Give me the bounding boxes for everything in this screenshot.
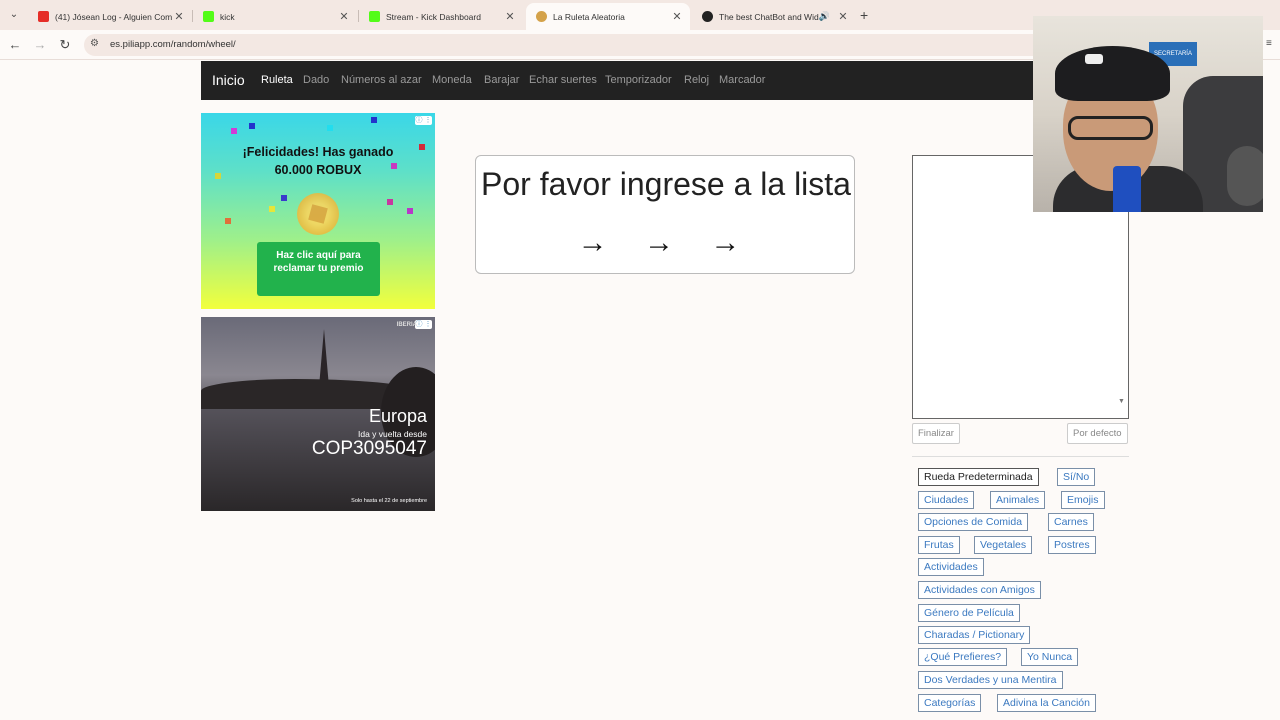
preset-charadas[interactable]: Charadas / Pictionary [918, 626, 1031, 644]
iberia-ad-banner[interactable]: ⓘ ⋮ IBERIA Europa Ida y vuelta desde COP… [201, 317, 435, 511]
forward-icon[interactable]: → [32, 37, 48, 52]
preset-carnes[interactable]: Carnes [1048, 513, 1094, 531]
nav-ruleta[interactable]: Ruleta [261, 74, 293, 86]
browser-tab-kick[interactable]: kick ✕ [193, 3, 357, 30]
preset-rueda-predeterminada[interactable]: Rueda Predeterminada [918, 468, 1039, 486]
nav-numeros[interactable]: Números al azar [341, 74, 422, 86]
site-info-icon[interactable]: ⚙ [90, 38, 99, 49]
close-tab-icon[interactable]: ✕ [836, 10, 850, 23]
omnibox[interactable]: ⚙ es.piliapp.com/random/wheel/ [84, 34, 1044, 56]
eiffel-tower-image [319, 329, 329, 387]
divider [912, 456, 1129, 457]
browser-tab-ruleta[interactable]: La Ruleta Aleatoria ✕ [526, 3, 690, 30]
reload-icon[interactable]: ↻ [57, 37, 73, 53]
preset-categorias[interactable]: Categorías [918, 694, 982, 712]
ad-brand: IBERIA [396, 322, 417, 328]
finish-button[interactable]: Finalizar [912, 423, 960, 444]
preset-actividades-amigos[interactable]: Actividades con Amigos [918, 581, 1041, 599]
enter-list-message: Por favor ingrese a la lista [481, 166, 851, 202]
brand-link[interactable]: Inicio [212, 72, 245, 88]
kick-icon [369, 11, 380, 22]
ad-title: Europa [368, 406, 427, 426]
ad-headline-line1: ¡Felicidades! Has ganado [242, 145, 394, 159]
back-icon[interactable]: ← [7, 37, 23, 52]
tab-title: kick [220, 11, 235, 22]
ad-headline: ¡Felicidades! Has ganado 60.000 ROBUX [201, 143, 435, 179]
close-tab-icon[interactable]: ✕ [503, 10, 517, 23]
preset-opciones-comida[interactable]: Opciones de Comida [918, 513, 1029, 531]
browser-tab-chatbot[interactable]: The best ChatBot and Widg 🔊 ✕ [692, 3, 856, 30]
preset-yo-nunca[interactable]: Yo Nunca [1021, 648, 1079, 666]
tab-title: Stream - Kick Dashboard [386, 11, 481, 22]
preset-que-prefieres[interactable]: ¿Qué Prefieres? [918, 648, 1008, 666]
preset-si-no[interactable]: Sí/No [1057, 468, 1096, 486]
kick-icon [203, 11, 214, 22]
browser-tab-kick-dashboard[interactable]: Stream - Kick Dashboard ✕ [359, 3, 523, 30]
ad-choices-icon[interactable]: ⓘ ⋮ [415, 116, 432, 125]
preset-emojis[interactable]: Emojis [1061, 491, 1105, 509]
ad-price: COP3095047 [311, 438, 427, 459]
preset-adivina-cancion[interactable]: Adivina la Canción [997, 694, 1096, 712]
youtube-icon [38, 11, 49, 22]
tab-title: (41) Jósean Log - Alguien Com [55, 11, 172, 22]
ad-choices-icon[interactable]: ⓘ ⋮ [415, 320, 432, 329]
ad-headline-line2: 60.000 ROBUX [274, 163, 362, 177]
nav-reloj[interactable]: Reloj [684, 74, 709, 86]
nav-dado[interactable]: Dado [303, 74, 329, 86]
nav-temporizador[interactable]: Temporizador [605, 74, 672, 86]
default-button[interactable]: Por defecto [1067, 423, 1128, 444]
site-navbar: Inicio Ruleta Dado Números al azar Moned… [201, 61, 1041, 100]
side-panel-icon[interactable]: ≡ [1266, 38, 1272, 49]
webcam-overlay: SECRETARÍA [1033, 16, 1263, 212]
preset-ciudades[interactable]: Ciudades [918, 491, 975, 509]
preset-genero-pelicula[interactable]: Género de Película [918, 604, 1020, 622]
nav-moneda[interactable]: Moneda [432, 74, 472, 86]
nav-barajar[interactable]: Barajar [484, 74, 519, 86]
arrow-right-icons: → → → [577, 226, 755, 259]
close-tab-icon[interactable]: ✕ [172, 10, 186, 23]
nav-echar-suertes[interactable]: Echar suertes [529, 74, 597, 86]
piliapp-icon [536, 11, 547, 22]
wheel-placeholder-box: Por favor ingrese a la lista → → → [475, 155, 855, 274]
preset-actividades[interactable]: Actividades [918, 558, 984, 576]
speaker-icon[interactable]: 🔊 [819, 11, 830, 22]
tab-title: The best ChatBot and Widg [719, 11, 819, 22]
tab-search-icon[interactable]: ⌄ [6, 7, 22, 23]
preset-vegetales[interactable]: Vegetales [974, 536, 1033, 554]
scroll-down-icon[interactable]: ▼ [1118, 398, 1125, 405]
preset-animales[interactable]: Animales [990, 491, 1046, 509]
ad-footer: Solo hasta el 22 de septiembre [351, 498, 427, 504]
tab-title: La Ruleta Aleatoria [553, 11, 625, 22]
close-tab-icon[interactable]: ✕ [670, 10, 684, 23]
robux-coin-icon [297, 193, 339, 235]
claim-prize-button[interactable]: Haz clic aquí para reclamar tu premio [257, 242, 380, 296]
new-tab-icon[interactable]: + [860, 7, 868, 23]
preset-dos-verdades[interactable]: Dos Verdades y una Mentira [918, 671, 1063, 689]
close-tab-icon[interactable]: ✕ [337, 10, 351, 23]
preset-frutas[interactable]: Frutas [918, 536, 960, 554]
preset-postres[interactable]: Postres [1048, 536, 1096, 554]
browser-tab-youtube[interactable]: (41) Jósean Log - Alguien Com ✕ [28, 3, 192, 30]
nav-marcador[interactable]: Marcador [719, 74, 765, 86]
url-text[interactable]: es.piliapp.com/random/wheel/ [110, 39, 236, 50]
robux-ad-banner[interactable]: ⓘ ⋮ ¡Felicidades! Has ganado 60.000 ROBU… [201, 113, 435, 309]
github-icon [702, 11, 713, 22]
